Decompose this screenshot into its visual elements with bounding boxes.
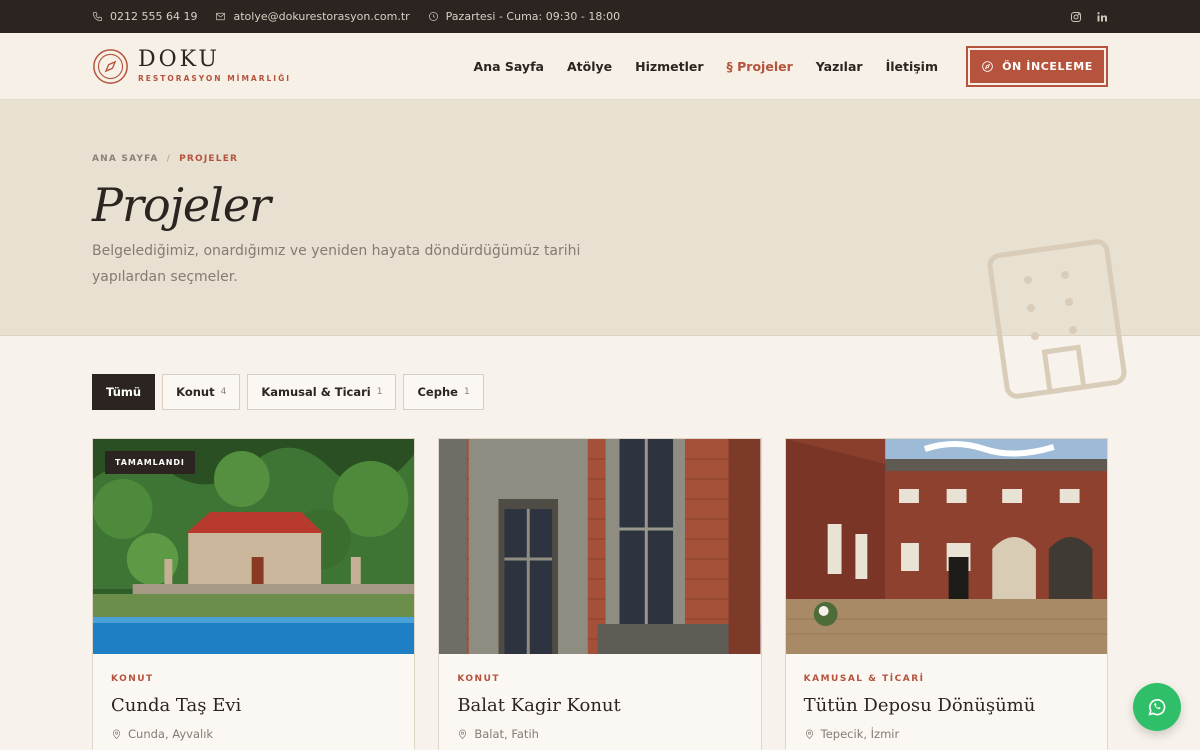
filter-count: 1 — [376, 387, 383, 397]
filter-label: Kamusal & Ticari — [261, 385, 371, 399]
nav-iletisim[interactable]: İletişim — [886, 59, 938, 74]
whatsapp-button[interactable] — [1133, 683, 1181, 731]
filter-label: Konut — [176, 385, 215, 399]
main-nav: Ana Sayfa Atölye Hizmetler § Projeler Ya… — [474, 59, 938, 74]
mail-icon — [216, 12, 226, 21]
location-text: Balat, Fatih — [474, 727, 539, 741]
project-category: KONUT — [111, 674, 154, 684]
nav-yazilar[interactable]: Yazılar — [816, 59, 863, 74]
location-pin-icon — [805, 729, 813, 739]
phone-icon — [93, 12, 102, 21]
breadcrumb-current: PROJELER — [179, 154, 239, 164]
page-hero: ANA SAYFA / PROJELER Projeler Belgelediğ… — [0, 100, 1200, 399]
social-links — [1070, 11, 1108, 23]
whatsapp-icon — [1148, 699, 1166, 716]
brick-facade-photo — [439, 439, 761, 654]
breadcrumb-home[interactable]: ANA SAYFA — [92, 154, 159, 164]
project-title[interactable]: Cunda Taş Evi — [111, 695, 396, 716]
project-image[interactable] — [785, 439, 1107, 654]
filter-label: Tümü — [106, 385, 142, 399]
top-bar: 0212 555 64 19 atolye@dokurestorasyon.co… — [0, 0, 1200, 33]
email-address: atolye@dokurestorasyon.com.tr — [233, 10, 410, 23]
project-title[interactable]: Balat Kagir Konut — [457, 695, 742, 716]
location-text: Cunda, Ayvalık — [128, 727, 214, 741]
phone-contact[interactable]: 0212 555 64 19 — [92, 10, 197, 23]
cta-label: ÖN İNCELEME — [1002, 59, 1093, 73]
email-contact[interactable]: atolye@dokurestorasyon.com.tr — [215, 10, 410, 23]
logo-name: DOKU — [138, 47, 220, 72]
project-location: Cunda, Ayvalık — [111, 727, 396, 741]
filter-tumu[interactable]: Tümü — [92, 374, 156, 410]
filter-konut[interactable]: Konut 4 — [162, 374, 241, 410]
nav-hizmetler[interactable]: Hizmetler — [635, 59, 703, 74]
compass-icon — [982, 60, 993, 72]
instagram-icon[interactable] — [1070, 11, 1082, 23]
building-outline-icon — [987, 239, 1127, 399]
phone-number: 0212 555 64 19 — [110, 10, 198, 23]
filter-count: 4 — [220, 387, 227, 397]
project-card[interactable]: KONUT Balat Kagir Konut Balat, Fatih — [438, 438, 762, 750]
compass-logo-icon — [93, 48, 128, 84]
breadcrumb: ANA SAYFA / PROJELER — [92, 154, 1108, 164]
page-title: Projeler — [92, 178, 271, 232]
project-location: Balat, Fatih — [457, 727, 742, 741]
project-card[interactable]: KAMUSAL & TİCARİ Tütün Deposu Dönüşümü T… — [784, 438, 1108, 750]
filter-count: 1 — [463, 387, 470, 397]
site-header: DOKU RESTORASYON MİMARLIĞI Ana Sayfa Atö… — [0, 33, 1200, 100]
project-image[interactable] — [439, 439, 761, 654]
nav-projeler[interactable]: § Projeler — [727, 59, 793, 74]
linkedin-icon[interactable] — [1096, 11, 1108, 23]
status-badge: TAMAMLANDI — [105, 451, 195, 474]
tobacco-warehouse-photo — [785, 439, 1107, 654]
project-category: KAMUSAL & TİCARİ — [803, 674, 925, 684]
location-text: Tepecik, İzmir — [820, 727, 900, 741]
page-description: Belgelediğimiz, onardığımız ve yeniden h… — [92, 243, 581, 285]
location-pin-icon — [459, 729, 467, 739]
breadcrumb-separator: / — [166, 154, 172, 164]
filter-label: Cephe — [417, 385, 458, 399]
project-title[interactable]: Tütün Deposu Dönüşümü — [804, 695, 1089, 716]
filter-kamusal-ticari[interactable]: Kamusal & Ticari 1 — [247, 374, 397, 410]
working-hours: Pazartesi - Cuma: 09:30 - 18:00 — [428, 10, 620, 23]
project-category: KONUT — [457, 674, 501, 684]
location-pin-icon — [112, 729, 121, 739]
logo[interactable]: DOKU RESTORASYON MİMARLIĞI — [92, 48, 291, 85]
hours-text: Pazartesi - Cuma: 09:30 - 18:00 — [445, 10, 621, 23]
nav-ana-sayfa[interactable]: Ana Sayfa — [474, 59, 544, 74]
project-grid: TAMAMLANDI KONUT Cunda Taş Evi Cunda, Ay… — [0, 438, 1200, 750]
project-image[interactable]: TAMAMLANDI — [93, 439, 415, 654]
project-location: Tepecik, İzmir — [804, 727, 1089, 741]
project-card[interactable]: TAMAMLANDI KONUT Cunda Taş Evi Cunda, Ay… — [92, 438, 416, 750]
nav-atolye[interactable]: Atölye — [567, 59, 612, 74]
preview-cta-button[interactable]: ÖN İNCELEME — [966, 45, 1108, 87]
filter-cephe[interactable]: Cephe 1 — [403, 374, 484, 410]
clock-icon — [428, 12, 438, 21]
logo-subtitle: RESTORASYON MİMARLIĞI — [138, 74, 292, 83]
